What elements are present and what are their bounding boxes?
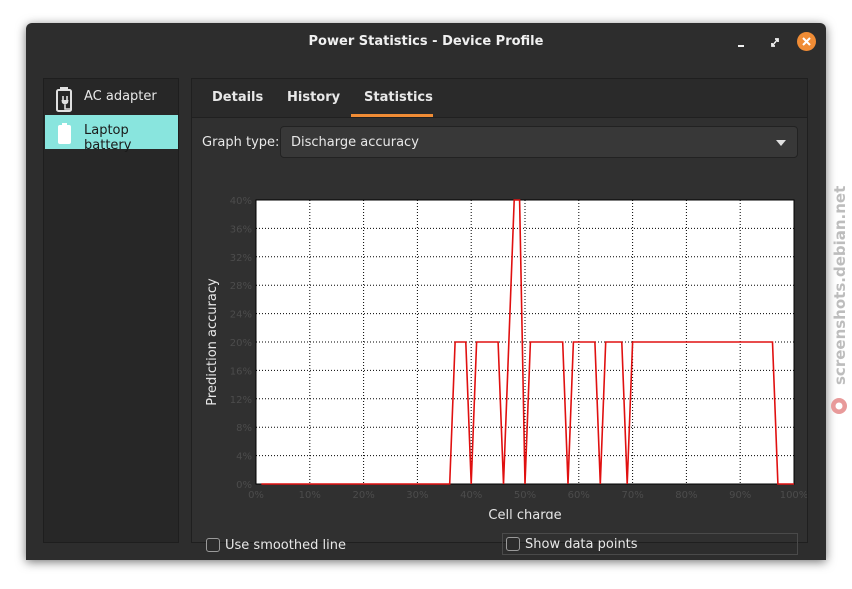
x-tick-label: 80% [675,490,697,501]
minimize-button[interactable] [731,32,751,52]
device-label: AC adapter [84,89,157,104]
y-tick-label: 20% [230,338,252,349]
checkbox-box[interactable] [506,537,520,551]
y-tick-label: 32% [230,253,252,264]
checkbox-box[interactable] [206,538,220,552]
y-tick-label: 28% [230,281,252,292]
close-icon [802,37,811,46]
x-tick-label: 10% [299,490,321,501]
y-tick-label: 24% [230,310,252,321]
x-tick-label: 70% [621,490,643,501]
x-tick-label: 100% [780,490,807,501]
maximize-icon [771,38,779,47]
y-tick-label: 16% [230,366,252,377]
minimize-icon [738,45,744,47]
x-axis-label: Cell charge [488,508,561,519]
watermark: screenshots.debian.net [831,186,849,414]
maximize-button[interactable] [765,32,785,52]
watermark-text: screenshots.debian.net [831,186,849,385]
close-button[interactable] [797,32,816,51]
title-bar: Power Statistics - Device Profile [26,23,826,60]
y-tick-label: 8% [236,423,252,434]
device-list: AC adapter Laptop battery [43,78,179,543]
statistics-panel: Details History Statistics Graph type: D… [191,78,808,555]
discharge-accuracy-chart: 0% 10% 20% 30% 40% 50% 60% 70% 80% 90% 100% 0% 4% 8% 1… [205,196,807,519]
y-tick-label: 36% [230,224,252,235]
ac-adapter-icon [56,87,72,112]
device-item-laptop-battery[interactable]: Laptop battery [45,115,178,153]
window: Power Statistics - Device Profile AC ada… [26,23,826,560]
device-label: Laptop battery [84,123,132,153]
checkbox-label: Use smoothed line [225,538,346,553]
data-points-checkbox[interactable]: Show data points [502,533,798,555]
x-tick-label: 90% [729,490,751,501]
window-title: Power Statistics - Device Profile [308,34,544,49]
battery-icon [58,123,71,144]
x-tick-label: 60% [568,490,590,501]
y-tick-label: 12% [230,395,252,406]
y-tick-label: 4% [236,452,252,463]
x-tick-label: 20% [352,490,374,501]
x-tick-label: 0% [248,490,264,501]
x-tick-label: 40% [460,490,482,501]
y-tick-label: 0% [236,480,252,491]
checkbox-label: Show data points [525,537,638,552]
x-tick-label: 30% [406,490,428,501]
y-tick-label: 40% [230,196,252,207]
x-tick-label: 50% [514,490,536,501]
device-item-ac-adapter[interactable]: AC adapter [45,81,178,115]
smoothed-line-checkbox[interactable]: Use smoothed line [203,534,353,558]
y-axis-label: Prediction accuracy [205,278,220,406]
